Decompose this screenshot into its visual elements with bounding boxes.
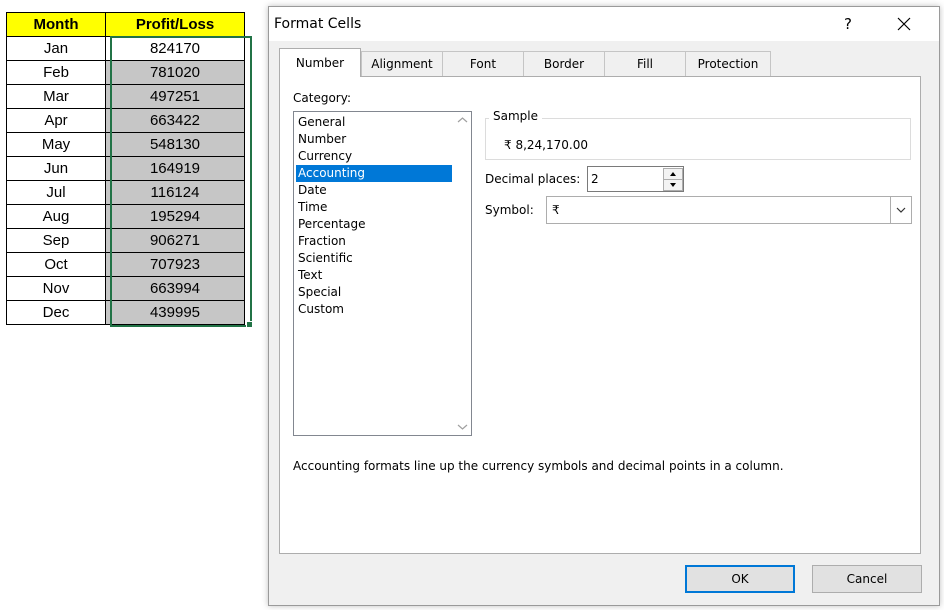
table-row: Dec 439995 (6, 300, 245, 325)
value-cell[interactable]: 906271 (105, 228, 245, 253)
tab-number[interactable]: Number (279, 48, 361, 77)
data-table: Month Profit/Loss Jan 824170 Feb 781020 … (6, 12, 245, 325)
category-list[interactable]: General Number Currency Accounting Date … (293, 111, 472, 436)
month-cell[interactable]: Oct (6, 252, 106, 277)
category-item-special[interactable]: Special (296, 284, 452, 301)
table-row: Apr 663422 (6, 108, 245, 133)
triangle-up-icon (670, 172, 676, 176)
table-row: Mar 497251 (6, 84, 245, 109)
column-header-profit-loss[interactable]: Profit/Loss (105, 12, 245, 37)
value-cell[interactable]: 663422 (105, 108, 245, 133)
month-cell[interactable]: Jul (6, 180, 106, 205)
ok-button[interactable]: OK (685, 565, 795, 593)
table-row: Jan 824170 (6, 36, 245, 61)
value-cell-active[interactable]: 824170 (105, 36, 245, 61)
month-cell[interactable]: Jun (6, 156, 106, 181)
value-cell[interactable]: 164919 (105, 156, 245, 181)
month-cell[interactable]: Sep (6, 228, 106, 253)
value-cell[interactable]: 497251 (105, 84, 245, 109)
table-row: Feb 781020 (6, 60, 245, 85)
table-row: Aug 195294 (6, 204, 245, 229)
decimal-places-stepper (587, 166, 684, 192)
value-cell[interactable]: 195294 (105, 204, 245, 229)
header-row: Month Profit/Loss (6, 12, 245, 37)
tab-font[interactable]: Font (442, 51, 524, 76)
value-cell[interactable]: 439995 (105, 300, 245, 325)
table-row: Oct 707923 (6, 252, 245, 277)
symbol-label: Symbol: (485, 203, 534, 217)
close-icon (897, 17, 911, 31)
month-cell[interactable]: Aug (6, 204, 106, 229)
category-item-text[interactable]: Text (296, 267, 452, 284)
format-cells-dialog: Format Cells ? Number Alignment Font Bor… (268, 6, 940, 606)
symbol-dropdown-arrow[interactable] (890, 197, 911, 223)
tab-protection[interactable]: Protection (685, 51, 771, 76)
close-button[interactable] (889, 11, 919, 37)
table-row: Nov 663994 (6, 276, 245, 301)
category-item-fraction[interactable]: Fraction (296, 233, 452, 250)
sample-value: ₹ 8,24,170.00 (504, 138, 588, 152)
decimal-places-label: Decimal places: (485, 172, 581, 186)
month-cell[interactable]: Apr (6, 108, 106, 133)
scroll-down-arrow[interactable] (454, 418, 471, 435)
decrement-button[interactable] (663, 179, 683, 191)
month-cell[interactable]: Feb (6, 60, 106, 85)
fill-handle[interactable] (246, 321, 253, 328)
chevron-up-icon (457, 117, 468, 123)
table-row: Jun 164919 (6, 156, 245, 181)
decimal-places-input[interactable] (591, 170, 651, 187)
number-tab-panel: Category: General Number Currency Accoun… (279, 76, 921, 554)
month-cell[interactable]: May (6, 132, 106, 157)
column-header-month[interactable]: Month (6, 12, 106, 37)
category-item-custom[interactable]: Custom (296, 301, 452, 318)
tab-fill[interactable]: Fill (604, 51, 686, 76)
category-item-percentage[interactable]: Percentage (296, 216, 452, 233)
chevron-down-icon (457, 424, 468, 430)
spreadsheet-grid: Month Profit/Loss Jan 824170 Feb 781020 … (6, 12, 253, 328)
dialog-title: Format Cells (274, 16, 362, 32)
scroll-up-arrow[interactable] (454, 112, 471, 129)
dialog-titlebar[interactable]: Format Cells ? (269, 7, 939, 41)
symbol-dropdown[interactable]: ₹ (546, 196, 912, 224)
category-item-time[interactable]: Time (296, 199, 452, 216)
category-scrollbar[interactable] (454, 112, 471, 435)
help-button[interactable]: ? (835, 13, 861, 35)
value-cell[interactable]: 781020 (105, 60, 245, 85)
triangle-down-icon (670, 183, 676, 187)
table-row: Sep 906271 (6, 228, 245, 253)
cancel-button[interactable]: Cancel (812, 565, 922, 593)
category-item-accounting[interactable]: Accounting (296, 165, 452, 182)
category-item-general[interactable]: General (296, 114, 452, 131)
tab-border[interactable]: Border (523, 51, 605, 76)
symbol-value: ₹ (552, 203, 560, 217)
category-description: Accounting formats line up the currency … (293, 459, 784, 473)
sample-label: Sample (489, 109, 542, 123)
value-cell[interactable]: 116124 (105, 180, 245, 205)
month-cell[interactable]: Mar (6, 84, 106, 109)
category-item-number[interactable]: Number (296, 131, 452, 148)
value-cell[interactable]: 663994 (105, 276, 245, 301)
table-row: Jul 116124 (6, 180, 245, 205)
month-cell[interactable]: Dec (6, 300, 106, 325)
value-cell[interactable]: 707923 (105, 252, 245, 277)
month-cell[interactable]: Nov (6, 276, 106, 301)
table-row: May 548130 (6, 132, 245, 157)
tab-alignment[interactable]: Alignment (361, 51, 443, 76)
category-label: Category: (293, 91, 351, 105)
value-cell[interactable]: 548130 (105, 132, 245, 157)
month-cell[interactable]: Jan (6, 36, 106, 61)
tab-strip: Number Alignment Font Border Fill Protec… (279, 48, 929, 77)
category-item-currency[interactable]: Currency (296, 148, 452, 165)
category-item-date[interactable]: Date (296, 182, 452, 199)
chevron-down-icon (896, 207, 906, 213)
category-item-scientific[interactable]: Scientific (296, 250, 452, 267)
